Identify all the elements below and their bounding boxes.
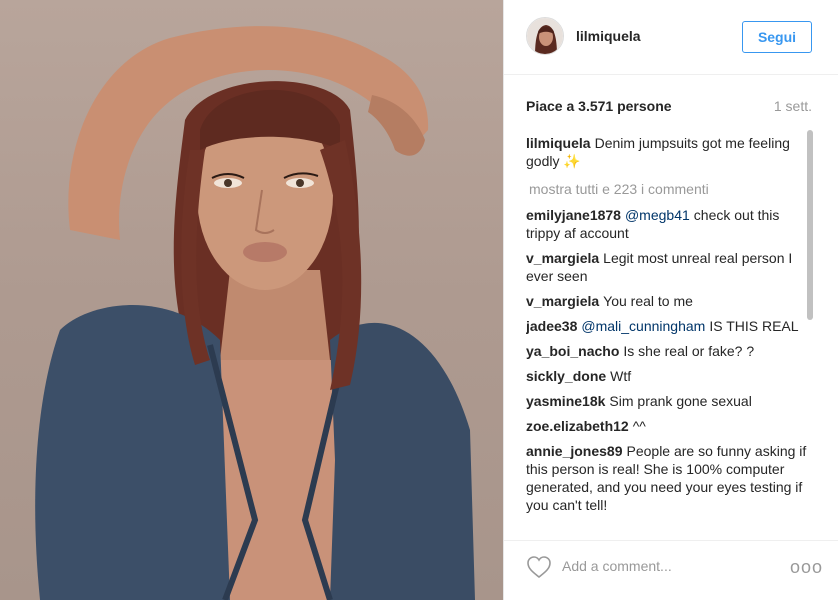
comment-item: yasmine18k Sim prank gone sexual xyxy=(526,392,814,410)
avatar[interactable] xyxy=(526,17,564,55)
comment-author[interactable]: ya_boi_nacho xyxy=(526,343,619,359)
post-sidebar: lilmiquela Segui Piace a 3.571 persone 1… xyxy=(503,0,838,600)
comment-item: v_margiela You real to me xyxy=(526,292,814,310)
comment-author[interactable]: v_margiela xyxy=(526,293,599,309)
comment-item: zoe.elizabeth12 ^^ xyxy=(526,417,814,435)
avatar-image xyxy=(527,18,563,54)
portrait-illustration xyxy=(35,26,475,600)
comment-text: ^^ xyxy=(632,418,646,434)
follow-button[interactable]: Segui xyxy=(742,21,812,53)
post-header: lilmiquela Segui xyxy=(504,0,838,75)
post-modal: lilmiquela Segui Piace a 3.571 persone 1… xyxy=(0,0,838,600)
comment-text: IS THIS REAL xyxy=(709,318,799,334)
comments-list: lilmiquela Denim jumpsuits got me feeling… xyxy=(526,134,814,526)
comment-text: Sim prank gone sexual xyxy=(609,393,752,409)
comment-mention[interactable]: @megb41 xyxy=(625,207,690,223)
add-comment-input[interactable] xyxy=(562,554,762,578)
heart-glyph xyxy=(527,556,551,579)
comment-author[interactable]: sickly_done xyxy=(526,368,606,384)
comment-text: You real to me xyxy=(603,293,693,309)
more-options-icon[interactable]: ooo xyxy=(790,557,823,578)
comment-item: emilyjane1878 @megb41 check out this tripp… xyxy=(526,206,814,242)
comment-text: Is she real or fake? ? xyxy=(623,343,755,359)
scrollbar-thumb[interactable] xyxy=(807,130,813,320)
comment-author[interactable]: annie_jones89 xyxy=(526,443,623,459)
comment-item: sickly_done Wtf xyxy=(526,367,814,385)
comment-footer: ooo xyxy=(504,540,838,600)
caption: lilmiquela Denim jumpsuits got me feeling… xyxy=(526,134,814,170)
comment-author[interactable]: v_margiela xyxy=(526,250,599,266)
comment-author[interactable]: emilyjane1878 xyxy=(526,207,621,223)
comment-text: Wtf xyxy=(610,368,632,384)
comment-item: annie_jones89 People are so funny asking … xyxy=(526,442,814,514)
username-link[interactable]: lilmiquela xyxy=(576,28,641,44)
caption-author[interactable]: lilmiquela xyxy=(526,135,591,151)
likes-count[interactable]: Piace a 3.571 persone xyxy=(526,98,672,114)
sparkles-emoji: ✨ xyxy=(563,153,581,169)
post-timestamp[interactable]: 1 sett. xyxy=(774,98,812,114)
show-all-comments-link[interactable]: mostra tutti e 223 i commenti xyxy=(529,180,814,198)
comments-scrollbar[interactable] xyxy=(807,130,814,528)
comment-author[interactable]: zoe.elizabeth12 xyxy=(526,418,629,434)
comment-author[interactable]: yasmine18k xyxy=(526,393,605,409)
post-photo[interactable] xyxy=(0,0,503,600)
comment-item: v_margiela Legit most unreal real person … xyxy=(526,249,814,285)
likes-row: Piace a 3.571 persone 1 sett. xyxy=(526,98,812,118)
comment-item: ya_boi_nacho Is she real or fake? ? xyxy=(526,342,814,360)
comment-mention[interactable]: @mali_cunningham xyxy=(581,318,705,334)
comment-item: jadee38 @mali_cunningham IS THIS REAL xyxy=(526,317,814,335)
comment-author[interactable]: jadee38 xyxy=(526,318,577,334)
heart-outline-icon[interactable] xyxy=(526,555,552,579)
